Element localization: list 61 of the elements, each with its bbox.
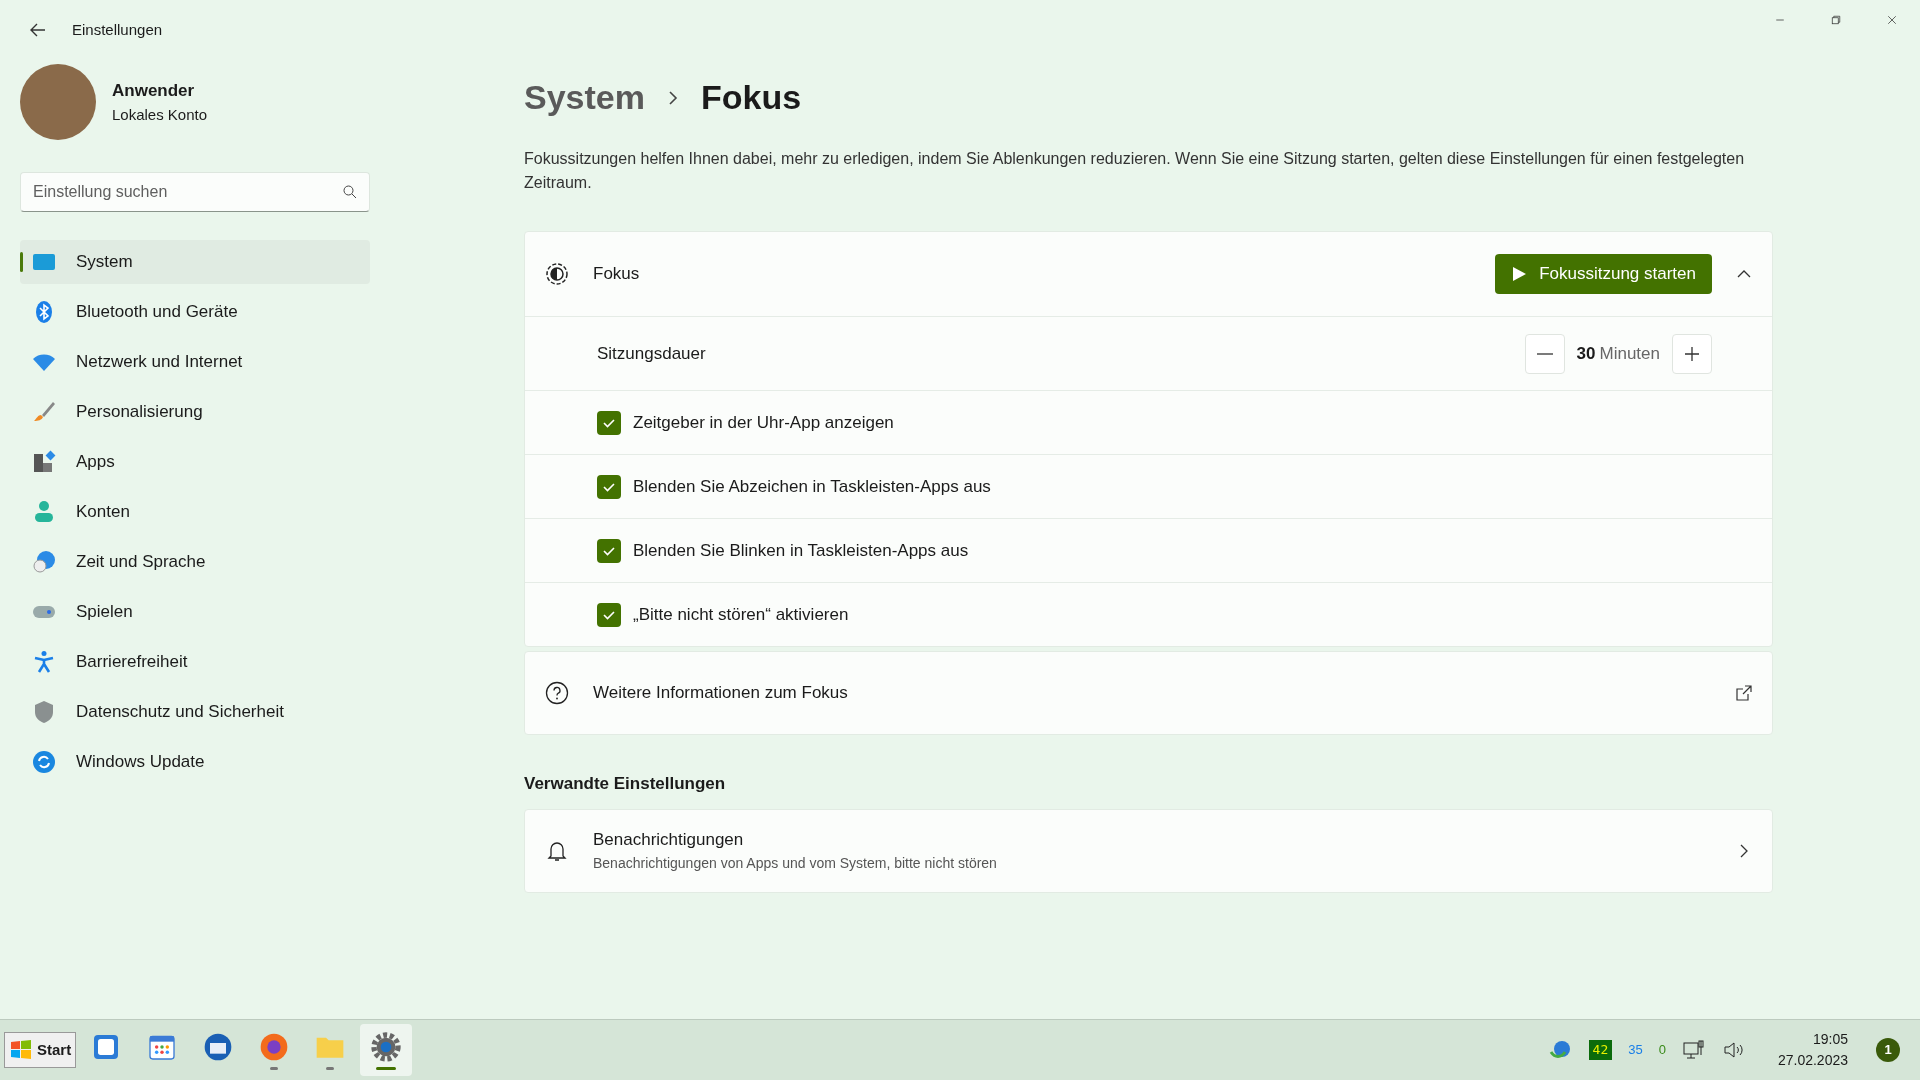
sidebar-item[interactable]: Datenschutz und Sicherheit	[20, 690, 370, 734]
related-setting-card[interactable]: Benachrichtigungen Benachrichtigungen von Apps und vom System, bitte nicht stören	[524, 808, 1773, 893]
start-focus-button[interactable]: Fokussitzung starten	[1495, 254, 1712, 294]
checkbox[interactable]	[597, 410, 621, 435]
sidebar-item[interactable]: Konten	[20, 490, 370, 534]
checkbox[interactable]	[597, 602, 621, 627]
taskbar-app[interactable]	[360, 1024, 413, 1076]
duration-value: 30	[1576, 342, 1596, 365]
related-title: Benachrichtigungen	[593, 829, 745, 852]
user-name: Anwender	[112, 80, 196, 102]
windows-flag-icon	[9, 1038, 33, 1062]
breadcrumb-parent[interactable]: System	[524, 72, 645, 123]
sidebar-item[interactable]: Personalisierung	[20, 390, 370, 434]
page-title: Fokus	[700, 77, 802, 118]
sidebar-item[interactable]: Apps	[20, 440, 370, 484]
increase-button[interactable]	[1672, 333, 1712, 374]
info-link-card[interactable]: Weitere Informationen zum Fokus	[524, 651, 1773, 735]
checkbox-label: Zeitgeber in der Uhr-App anzeigen	[633, 411, 894, 434]
window-title: Einstellungen	[72, 19, 163, 40]
clock-date[interactable]: 27.02.2023	[1777, 1050, 1848, 1071]
search-field[interactable]: Einstellung suchen	[20, 172, 370, 212]
apps-icon	[32, 450, 56, 474]
sidebar-item[interactable]: Bluetooth und Geräte	[20, 290, 370, 334]
checkbox[interactable]	[597, 474, 621, 499]
start-button[interactable]: Start	[4, 1032, 77, 1068]
brush-icon	[32, 400, 56, 424]
account-type: Lokales Konto	[112, 104, 208, 125]
sidebar-item[interactable]: System	[20, 240, 370, 284]
checkbox[interactable]	[597, 538, 621, 563]
checkbox-label: Blenden Sie Abzeichen in Taskleisten-Apps aus	[633, 475, 991, 498]
shield-icon	[32, 700, 56, 724]
tray-counter[interactable]: 42	[1588, 1040, 1613, 1060]
play-icon	[1511, 266, 1528, 282]
external-link-icon	[1736, 685, 1752, 701]
sidebar-item[interactable]: Spielen	[20, 590, 370, 634]
network-icon[interactable]	[1681, 1038, 1706, 1062]
person-icon	[32, 500, 56, 524]
focus-title: Fokus	[593, 263, 640, 286]
sidebar-item[interactable]: Windows Update	[20, 740, 370, 784]
plus-icon	[1684, 345, 1700, 362]
page-description: Fokussitzungen helfen Ihnen dabei, mehr zu erledigen, indem Sie Ablenkungen reduzieren. Wenn Sie eine Sitzung starten, gelten diese Einstellungen für einen festgelegten Zeitraum.	[524, 149, 1746, 193]
sidebar-item[interactable]: Barrierefreiheit	[20, 640, 370, 684]
gear-icon	[370, 1030, 403, 1063]
duration-label: Sitzungsdauer	[597, 342, 706, 365]
related-subtitle: Benachrichtigungen von Apps und vom System, bitte nicht stören	[593, 853, 997, 873]
sidebar-item[interactable]: Netzwerk und Internet	[20, 340, 370, 384]
info-link-label: Weitere Informationen zum Fokus	[593, 682, 848, 705]
clock-time[interactable]: 19:05	[1812, 1029, 1848, 1050]
minus-icon	[1536, 352, 1553, 355]
globe-clock-icon	[32, 550, 56, 574]
help-icon	[545, 681, 569, 705]
accessibility-icon	[32, 650, 56, 674]
notification-badge[interactable]: 1	[1876, 1038, 1900, 1062]
checkbox-label: Blenden Sie Blinken in Taskleisten-Apps aus	[633, 539, 969, 562]
search-icon	[342, 184, 358, 200]
checkbox-label: „Bitte nicht stören“ aktivieren	[633, 603, 849, 626]
focus-icon	[545, 262, 569, 286]
sidebar-item[interactable]: Zeit und Sprache	[20, 540, 370, 584]
duration-unit: Minuten	[1599, 342, 1660, 365]
update-icon	[32, 750, 56, 774]
related-heading: Verwandte Einstellungen	[524, 773, 727, 795]
